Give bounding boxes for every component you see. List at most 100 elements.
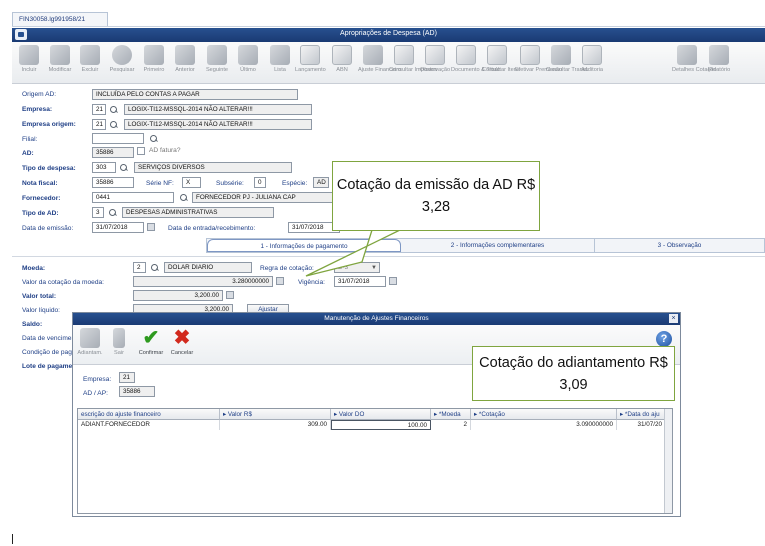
dialog-button-confirmar[interactable]: ✔ Confirmar: [136, 327, 166, 365]
toolbar-button-documento-titulo[interactable]: Documento & Título: [451, 44, 500, 82]
empresa-origem-lookup-icon[interactable]: [109, 120, 118, 129]
document-tab[interactable]: FIN30058.lg991958/21: [12, 12, 108, 27]
ajustes-financeiros-dialog: Manutenção de Ajustes Financeiros × Adia…: [72, 312, 681, 517]
toolbar-button-seguinte[interactable]: Seguinte: [202, 44, 232, 82]
column-header-data-ajuste[interactable]: ▸ *Data do aju: [617, 409, 666, 420]
fornecedor-lookup-icon[interactable]: [179, 193, 188, 202]
ad-fatura-checkbox[interactable]: [137, 147, 145, 155]
subserie-label: Subsérie:: [216, 180, 244, 187]
toolbar-button-consultar-transf[interactable]: Consultar Transf.: [546, 44, 589, 82]
cell-data-ajuste[interactable]: 31/07/20: [617, 420, 666, 430]
empresa-origem-name-field: LOGIX-TI12-MSSQL-2014 NÃO ALTERAR!!!: [124, 119, 312, 130]
toolbar-button-observacao[interactable]: Observação: [420, 44, 450, 82]
serie-nf-label: Série NF:: [146, 180, 174, 187]
vigencia-field[interactable]: 31/07/2018: [334, 276, 386, 287]
tipo-ad-code-field[interactable]: 3: [92, 207, 104, 218]
fornecedor-code-field[interactable]: 0441: [92, 192, 174, 203]
subserie-field[interactable]: 0: [254, 177, 266, 188]
tipo-despesa-lookup-icon[interactable]: [119, 163, 128, 172]
data-emissao-label: Data de emissão:: [22, 225, 74, 232]
audit-icon: [582, 45, 602, 65]
toolbar-button-consultar-itens[interactable]: Consultar Itens: [482, 44, 520, 82]
regra-cotacao-label: Regra de cotação:: [260, 265, 314, 272]
column-header-moeda[interactable]: ▸ *Moeda: [431, 409, 471, 420]
empresa-label: Empresa:: [22, 106, 53, 113]
tab-divider: [12, 26, 765, 27]
dialog-button-sair[interactable]: Sair: [104, 327, 134, 365]
cell-descricao[interactable]: ADIANT.FORNECEDOR: [78, 420, 220, 430]
toolbar-button-modificar[interactable]: Modificar: [45, 44, 75, 82]
tipo-ad-lookup-icon[interactable]: [108, 208, 117, 217]
toolbar-button-ajuste-financeiro[interactable]: Ajuste Financeiro: [358, 44, 401, 82]
ajustes-grid: escrição do ajuste financeiro ▸ Valor R$…: [77, 408, 673, 514]
column-header-descricao[interactable]: escrição do ajuste financeiro: [78, 409, 220, 420]
toolbar-button-detalhes-cotacao[interactable]: Detalhes Cotação: [672, 44, 716, 82]
pencil-icon: [300, 45, 320, 65]
dialog-button-cancelar[interactable]: ✖ Cancelar: [167, 327, 197, 365]
toolbar-button-lista[interactable]: Lista: [265, 44, 295, 82]
nota-fiscal-field[interactable]: 35886: [92, 177, 134, 188]
checkmark-icon: ✔: [142, 327, 160, 349]
toolbar-button-excluir[interactable]: Excluir: [75, 44, 105, 82]
toolbar-button-ultimo[interactable]: Último: [233, 44, 263, 82]
ad-fatura-label: AD fatura?: [149, 147, 181, 154]
data-vencimento-label: Data de vencimento:: [22, 335, 74, 342]
toolbar-button-consultar-impostos[interactable]: Consultar Impostos: [389, 44, 437, 82]
data-emissao-field[interactable]: 31/07/2018: [92, 222, 144, 233]
transfer-icon: [551, 45, 571, 65]
cell-cotacao[interactable]: 3.090000000: [471, 420, 617, 430]
moeda-lookup-icon[interactable]: [150, 263, 159, 272]
calendar-icon[interactable]: [147, 223, 155, 231]
calendar-icon[interactable]: [389, 277, 397, 285]
cell-valor-rs[interactable]: 309.00: [220, 420, 331, 430]
tab-observacao[interactable]: 3 - Observação: [595, 239, 764, 252]
dialog-title-bar: Manutenção de Ajustes Financeiros: [73, 313, 680, 325]
toolbar-button-incluir[interactable]: Incluir: [14, 44, 44, 82]
tipo-despesa-code-field[interactable]: 303: [92, 162, 116, 173]
tab-informacoes-pagamento[interactable]: 1 - Informações de pagamento: [207, 239, 401, 252]
saldo-label: Saldo:: [22, 321, 43, 328]
valor-total-detail-icon[interactable]: [226, 291, 234, 299]
toolbar-button-pesquisar[interactable]: Pesquisar: [107, 44, 137, 82]
column-header-valor-do[interactable]: ▸ Valor DO: [331, 409, 431, 420]
column-header-valor-rs[interactable]: ▸ Valor R$: [220, 409, 331, 420]
cell-valor-do[interactable]: 100.00: [331, 420, 431, 430]
cancel-x-icon: ✖: [173, 327, 191, 349]
cell-moeda[interactable]: 2: [431, 420, 471, 430]
dialog-button-adiantam[interactable]: Adiantam.: [75, 327, 105, 365]
next-arrow-icon: [207, 45, 227, 65]
callout-emissao-text: Cotação da emissão da AD R$ 3,28: [336, 177, 536, 215]
toolbar-button-lancamento[interactable]: Lançamento: [295, 44, 326, 82]
toolbar-button-efetivar[interactable]: Efetivar Premissão: [515, 44, 562, 82]
valor-liquido-label: Valor líquido:: [22, 307, 60, 314]
empresa-origem-code-field[interactable]: 21: [92, 119, 106, 130]
text-cursor: [12, 534, 13, 544]
tab-informacoes-complementares[interactable]: 2 - Informações complementares: [401, 239, 595, 252]
abn-doc-icon: [332, 45, 352, 65]
toolbar-button-relatorio[interactable]: Relatório: [704, 44, 734, 82]
column-header-cotacao[interactable]: ▸ *Cotação: [471, 409, 617, 420]
moeda-code-field[interactable]: 2: [133, 262, 146, 273]
filial-lookup-icon[interactable]: [149, 134, 158, 143]
filial-field[interactable]: [92, 133, 144, 144]
toolbar-button-auditoria[interactable]: Auditoria: [577, 44, 607, 82]
tipo-ad-label: Tipo de AD:: [22, 210, 59, 217]
especie-field: AD: [313, 177, 329, 188]
window-title-bar: Apropriações de Despesa (AD): [12, 28, 765, 42]
callout-adiantamento-text: Cotação do adiantamento R$ 3,09: [479, 355, 668, 393]
dialog-close-button[interactable]: ×: [669, 314, 678, 323]
dialog-title: Manutenção de Ajustes Financeiros: [324, 315, 429, 322]
tipo-despesa-name-field: SERVIÇOS DIVERSOS: [134, 162, 292, 173]
main-toolbar: Incluir Modificar Excluir Pesquisar Prim…: [12, 42, 765, 84]
empresa-lookup-icon[interactable]: [109, 105, 118, 114]
empresa-code-field[interactable]: 21: [92, 104, 106, 115]
toolbar-button-anterior[interactable]: Anterior: [170, 44, 200, 82]
dialog-empresa-field: 21: [119, 372, 135, 383]
help-icon[interactable]: ?: [656, 331, 672, 347]
grid-vertical-scrollbar[interactable]: [664, 409, 672, 513]
toolbar-button-abn[interactable]: ABN: [327, 44, 357, 82]
chevron-down-icon[interactable]: ▼: [371, 265, 377, 271]
toolbar-button-primeiro[interactable]: Primeiro: [139, 44, 169, 82]
serie-nf-field[interactable]: X: [182, 177, 201, 188]
cotacao-detail-icon[interactable]: [276, 277, 284, 285]
